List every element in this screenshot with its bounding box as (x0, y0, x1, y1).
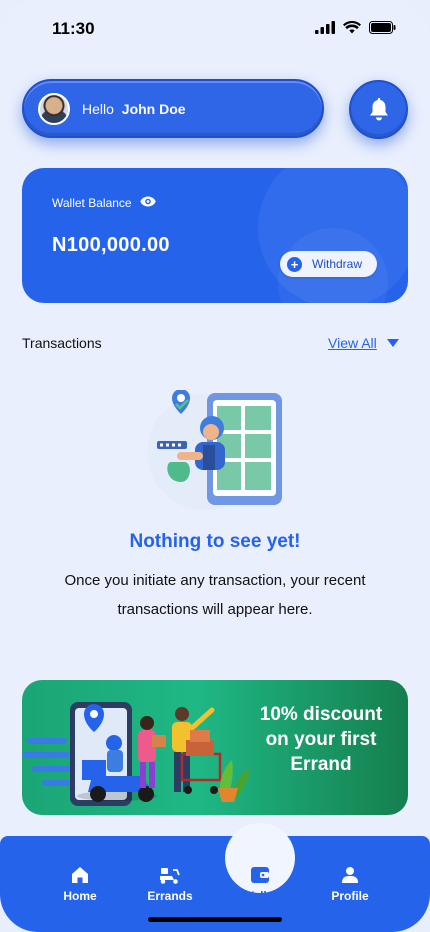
empty-state-description: Once you initiate any transaction, your … (64, 572, 366, 618)
greeting-label: Hello (82, 100, 114, 117)
empty-state-title: Nothing to see yet! (129, 531, 301, 552)
transactions-title: Transactions (22, 335, 102, 351)
status-time: 11:30 (52, 19, 95, 38)
nav-item-profile[interactable]: Profile (315, 849, 385, 919)
wallet-balance-label-row: Wallet Balance (52, 196, 156, 210)
view-all-label[interactable]: View All (328, 335, 377, 351)
chevron-down-icon[interactable] (386, 339, 399, 347)
status-icons (315, 21, 396, 34)
profile-icon (342, 866, 358, 883)
delivery-illustration (22, 702, 250, 806)
app-screen: 11:30 Hello John Doe Wallet Balance N100… (0, 0, 430, 932)
nav-label-home: Home (63, 888, 97, 903)
avatar[interactable] (38, 92, 70, 125)
user-name: John Doe (121, 100, 186, 117)
promo-banner[interactable]: 10% discount on your first Errand (22, 680, 408, 815)
notification-button[interactable] (349, 80, 408, 139)
greeting-text: Hello John Doe (82, 101, 186, 117)
plus-icon: + (287, 256, 302, 272)
nav-item-home[interactable]: Home (45, 849, 115, 919)
nav-item-errands[interactable]: Errands (135, 849, 205, 919)
wallet-balance-label: Wallet Balance (52, 196, 132, 210)
wallet-card: Wallet Balance N100,000.00 + Withdraw (22, 168, 408, 303)
home-icon (72, 866, 88, 883)
nav-label-profile: Profile (331, 888, 369, 903)
wallet-balance-amount: N100,000.00 (52, 234, 170, 256)
promo-text: 10% discount on your first Errand (259, 704, 383, 775)
signal-icon (315, 21, 335, 34)
nav-label-errands: Errands (147, 888, 193, 903)
battery-icon (369, 21, 396, 34)
view-all-link[interactable]: View All (328, 335, 399, 351)
greeting-pill[interactable]: Hello John Doe (22, 79, 324, 138)
wifi-icon (343, 21, 361, 34)
withdraw-button[interactable]: + Withdraw (280, 251, 377, 277)
wallet-icon (251, 866, 269, 883)
eye-icon[interactable] (139, 196, 156, 210)
delivery-icon (160, 867, 180, 884)
bell-icon (369, 97, 388, 120)
empty-transactions-illustration (147, 390, 282, 510)
nav-item-wallet[interactable]: Wallet (225, 849, 295, 919)
home-indicator (148, 917, 282, 922)
status-bar: 11:30 (0, 0, 430, 60)
withdraw-label: Withdraw (312, 257, 363, 271)
nav-label-wallet: Wallet (242, 888, 278, 903)
